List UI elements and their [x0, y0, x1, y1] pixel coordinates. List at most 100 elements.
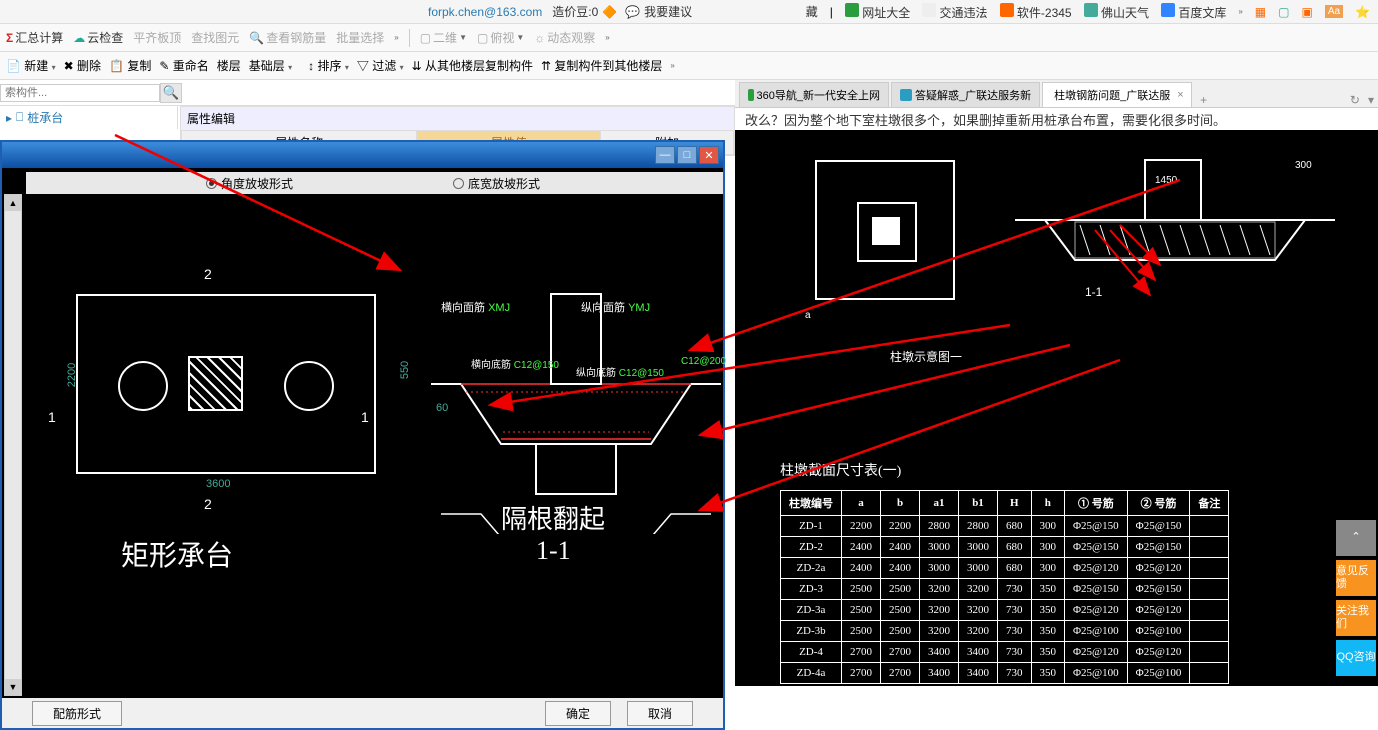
radio-icon: [206, 178, 217, 189]
rename-button[interactable]: ✎ 重命名: [159, 57, 208, 74]
bookmark-0[interactable]: 网址大全: [845, 3, 910, 21]
bookmark-4[interactable]: 百度文库: [1161, 3, 1226, 21]
delete-button[interactable]: ✖ 删除: [64, 57, 101, 74]
bookmark-1[interactable]: 交通违法: [922, 3, 987, 21]
page-content-text: 改么？因为整个地下室柱墩很多个，如果删掉重新用桩承台布置，需要化很多时间。: [735, 108, 1378, 130]
table-cell: [1190, 642, 1229, 663]
sort-button[interactable]: ↕ 排序 ▾: [308, 57, 349, 74]
scroll-top-button[interactable]: ⌃: [1336, 520, 1376, 556]
table-cell: 730: [998, 642, 1032, 663]
tab-menu-button[interactable]: ▾: [1368, 93, 1374, 107]
follow-button[interactable]: 关注我们: [1336, 600, 1376, 636]
tab-0[interactable]: 360导航_新一代安全上网: [739, 82, 889, 107]
search-button[interactable]: 🔍: [160, 83, 182, 103]
radio-angle-slope[interactable]: 角度放坡形式: [206, 175, 293, 192]
table-cell: 3400: [920, 642, 959, 663]
filter-button[interactable]: ▽ 过滤 ▾: [357, 57, 404, 74]
feedback-button[interactable]: 意见反馈: [1336, 560, 1376, 596]
sum-button[interactable]: Σ 汇总计算: [6, 29, 63, 46]
qq-consult-button[interactable]: QQ咨询: [1336, 640, 1376, 676]
copy-button[interactable]: 📋 复制: [109, 57, 151, 74]
restore-tab-button[interactable]: ↻: [1350, 93, 1360, 107]
fav-link[interactable]: 藏: [806, 3, 818, 20]
cad-drawing-area[interactable]: a 柱墩示意图一 300 1450 1-1 柱墩截面尺寸表(一) 柱墩编号: [735, 130, 1378, 686]
new-tab-button[interactable]: +: [1200, 93, 1207, 107]
flatten-button[interactable]: 平齐板顶: [133, 29, 181, 46]
radio-label: 底宽放坡形式: [468, 175, 540, 192]
rebar-shape-button[interactable]: 配筋形式: [32, 701, 122, 726]
dim-label: 300: [1295, 160, 1312, 171]
maximize-button[interactable]: □: [677, 146, 697, 164]
ok-button[interactable]: 确定: [545, 701, 611, 726]
find-fig-button[interactable]: 查找图元: [191, 29, 239, 46]
more-tools-1[interactable]: »: [394, 33, 398, 42]
top-bar: forpk.chen@163.com 造价豆:0 🔶 💬 我要建议 藏 | 网址…: [0, 0, 1378, 24]
tree-item-pilecap[interactable]: ▸ ⎕ 桩承台: [0, 106, 177, 129]
view-2d-dropdown[interactable]: ▢ 二维 ▼: [420, 29, 467, 46]
dynamic-view-button[interactable]: ☼ 动态观察: [534, 29, 595, 46]
table-cell: [1190, 516, 1229, 537]
th: a1: [920, 491, 959, 516]
base-layer-dropdown[interactable]: 基础层 ▾: [249, 57, 292, 74]
close-button[interactable]: ✕: [699, 146, 719, 164]
bookmark-2[interactable]: 软件-2345: [1000, 3, 1072, 21]
user-email[interactable]: forpk.chen@163.com: [428, 5, 542, 19]
table-cell: ZD-3b: [781, 621, 842, 642]
more-tools-2[interactable]: »: [605, 33, 609, 42]
th: H: [998, 491, 1032, 516]
table-cell: 2700: [842, 663, 881, 684]
table-cell: 2500: [881, 600, 920, 621]
table-cell: 2700: [881, 663, 920, 684]
view-rebar-button[interactable]: 🔍 查看钢筋量: [249, 29, 326, 46]
bird-view-dropdown[interactable]: ▢ 俯视 ▼: [477, 29, 524, 46]
cad-canvas[interactable]: 2 2 1 1 3600 2200 矩形承台: [26, 194, 721, 696]
table-cell: 3000: [959, 537, 998, 558]
bookmark-3[interactable]: 佛山天气: [1084, 3, 1149, 21]
radio-width-slope[interactable]: 底宽放坡形式: [453, 175, 540, 192]
book-icon[interactable]: ▢: [1278, 5, 1289, 19]
table-cell: 2400: [842, 558, 881, 579]
table-cell: 3200: [920, 579, 959, 600]
more-tools-3[interactable]: »: [670, 61, 674, 70]
tv-icon[interactable]: ▣: [1301, 5, 1312, 19]
cloud-check-button[interactable]: ☁ 云检查: [73, 29, 123, 46]
suggest-link[interactable]: 我要建议: [644, 3, 692, 20]
chat-icon[interactable]: 💬: [625, 5, 640, 19]
tab-1[interactable]: 答疑解惑_广联达服务新: [891, 82, 1040, 107]
table-cell: 2800: [959, 516, 998, 537]
section-mark-top: 2: [204, 266, 212, 282]
scroll-up[interactable]: ▲: [5, 195, 21, 211]
grid-icon[interactable]: ▦: [1255, 5, 1266, 19]
copy-from-button[interactable]: ⇊ 从其他楼层复制构件: [412, 57, 533, 74]
zd-dimension-table: 柱墩编号 a b a1 b1 H h ① 号筋 ② 号筋 备注 ZD-12200…: [780, 490, 1229, 684]
floor-dropdown[interactable]: 楼层: [217, 57, 241, 74]
new-button[interactable]: 📄 新建 ▾: [6, 57, 56, 74]
table-cell: 350: [1031, 642, 1065, 663]
tree-expand-icon[interactable]: ▸: [6, 111, 12, 125]
batch-select-button[interactable]: 批量选择: [336, 29, 384, 46]
vertical-scrollbar[interactable]: ▲ ▼: [4, 194, 22, 696]
bookmark-bar: 藏 | 网址大全 交通违法 软件-2345 佛山天气 百度文库 » ▦ ▢ ▣ …: [806, 3, 1370, 21]
table-cell: 3200: [959, 621, 998, 642]
table-cell: [1190, 663, 1229, 684]
zd-plan-outline: [815, 160, 955, 300]
minimize-button[interactable]: —: [655, 146, 675, 164]
pile-circle-1: [118, 361, 168, 411]
copy-to-button[interactable]: ⇈ 复制构件到其他楼层: [541, 57, 662, 74]
more-bookmarks[interactable]: »: [1238, 7, 1242, 16]
tab-2[interactable]: 柱墩钢筋问题_广联达服×: [1042, 82, 1192, 107]
table-row: ZD-32500250032003200730350Φ25@150Φ25@150: [781, 579, 1229, 600]
table-cell: ZD-4: [781, 642, 842, 663]
table-cell: 730: [998, 663, 1032, 684]
cancel-button[interactable]: 取消: [627, 701, 693, 726]
pile-circle-2: [284, 361, 334, 411]
rebar-label-2: 纵向面筋 YMJ: [581, 299, 650, 315]
scroll-down[interactable]: ▼: [5, 679, 21, 695]
close-tab-icon[interactable]: ×: [1177, 89, 1183, 101]
search-input[interactable]: [0, 84, 160, 102]
aa-icon[interactable]: Aa: [1325, 5, 1343, 18]
section-mark-right: 1: [361, 409, 369, 425]
star-icon[interactable]: ⭐: [1355, 5, 1370, 19]
table-cell: 350: [1031, 621, 1065, 642]
table-cell: ZD-3a: [781, 600, 842, 621]
